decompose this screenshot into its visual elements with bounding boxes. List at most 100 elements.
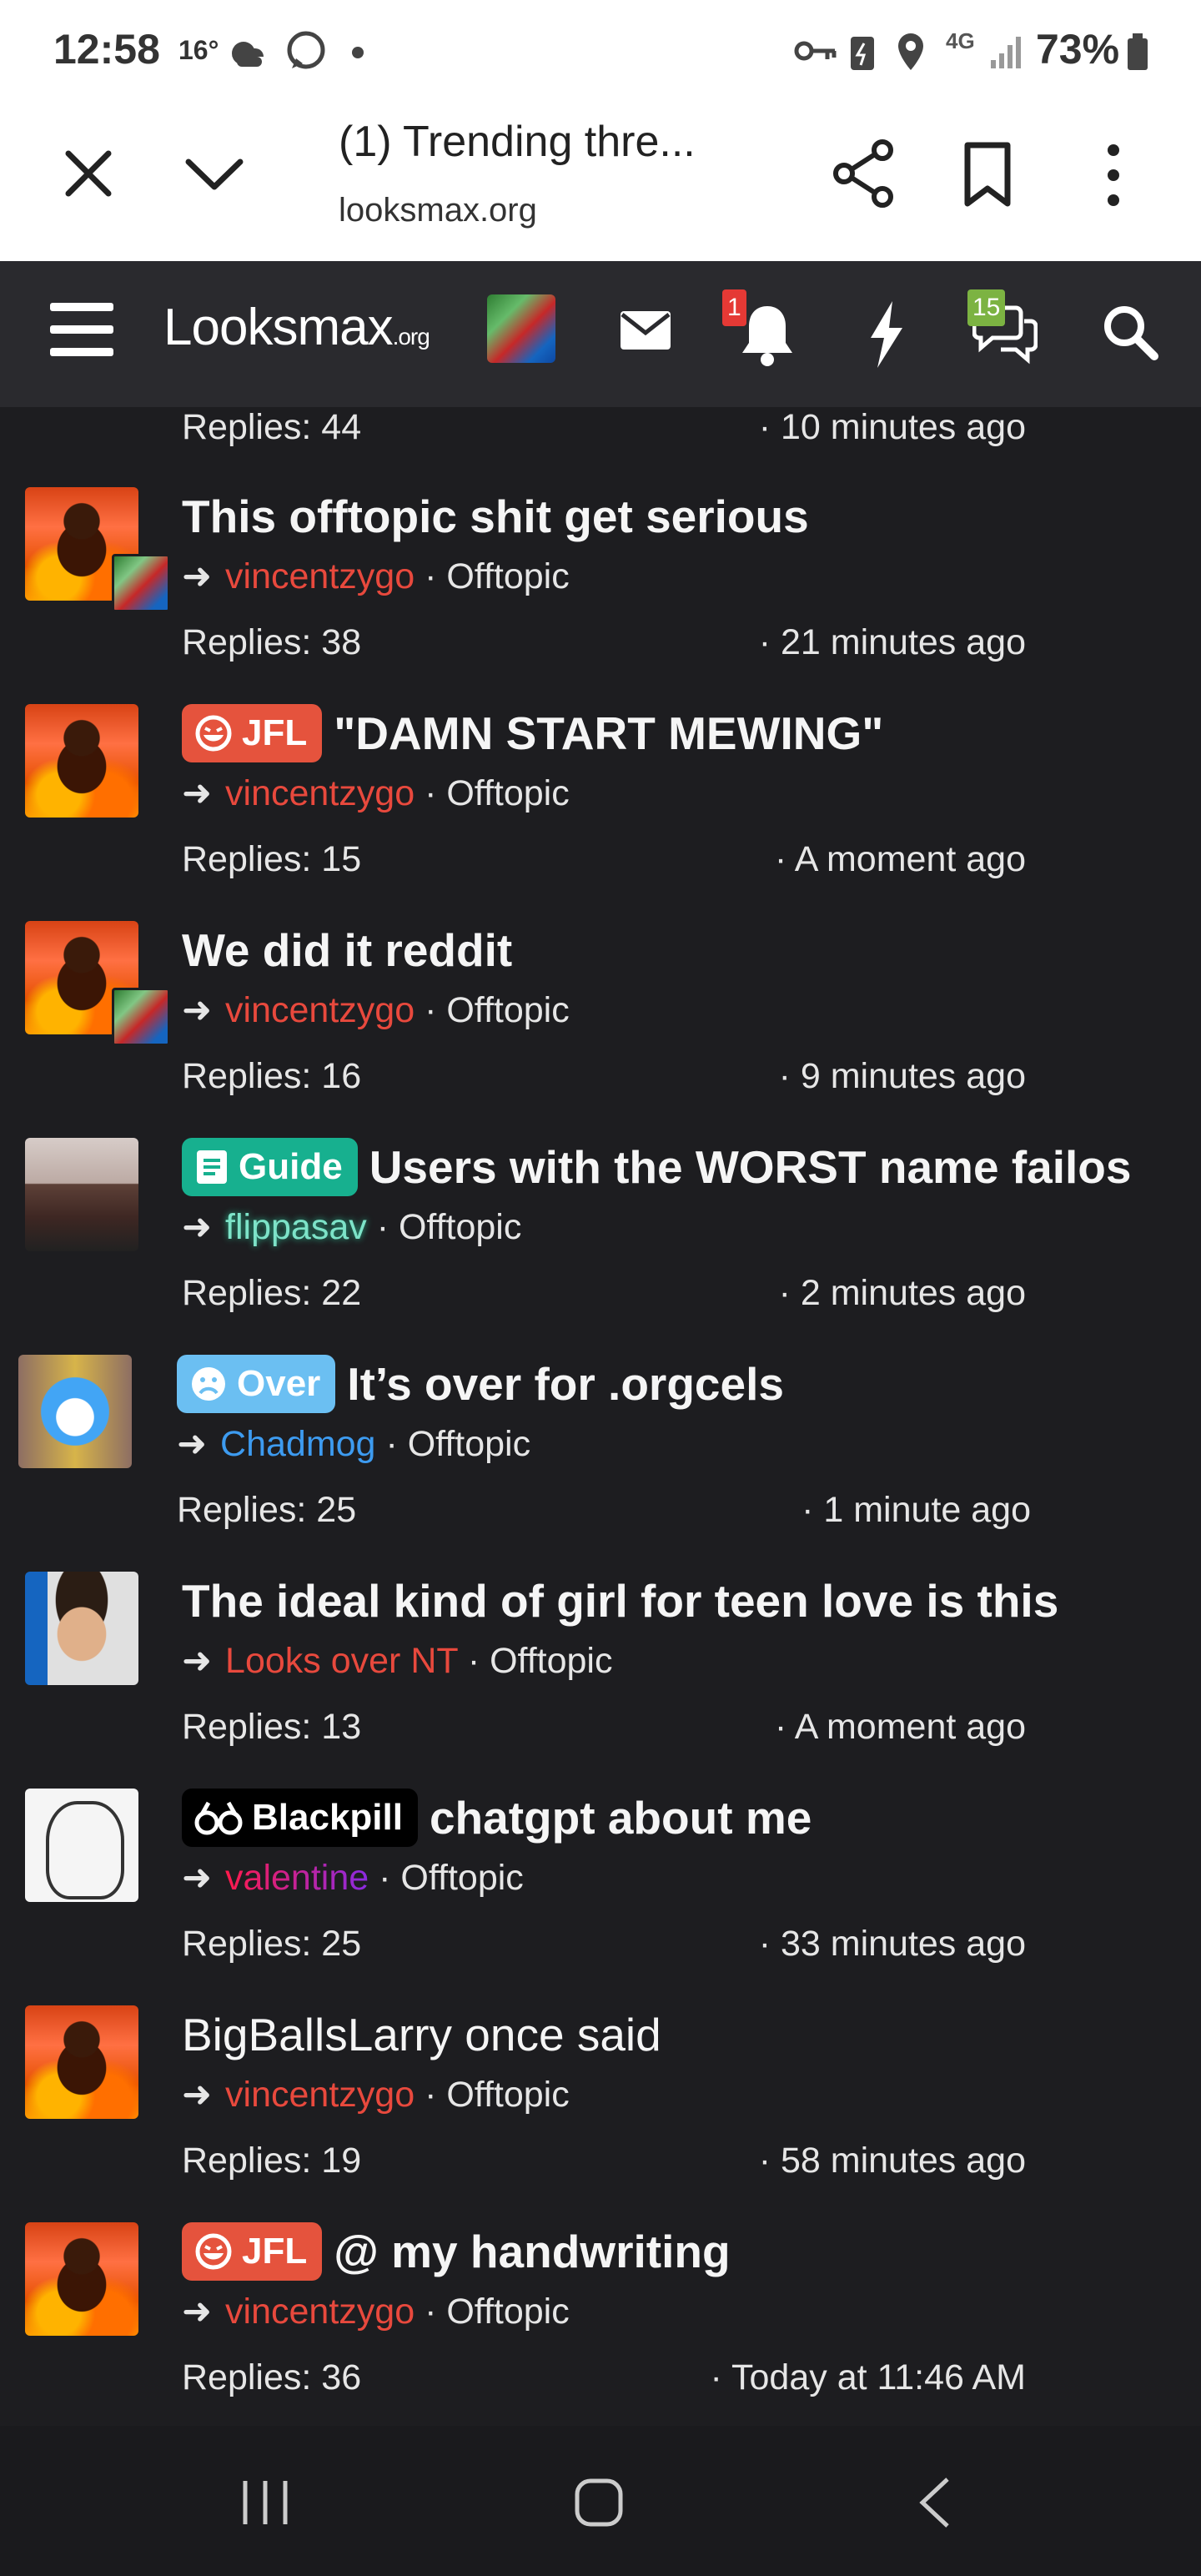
thread-meta: ➜ vincentzygo · Offtopic — [182, 2291, 570, 2332]
thread-forum[interactable]: · Offtopic — [425, 556, 570, 596]
arrow-right-icon: ➜ — [182, 1207, 213, 1247]
back-icon[interactable] — [914, 2476, 954, 2529]
thread-author[interactable]: valentine — [225, 1858, 369, 1898]
thread-title-container[interactable]: Over It’s over for .orgcels — [177, 1355, 784, 1413]
thread-forum[interactable]: · Offtopic — [468, 1641, 613, 1681]
thread-time[interactable]: · 9 minutes ago — [779, 1056, 1026, 1097]
status-bar: 12:58 16° 4G 73% — [0, 0, 1201, 100]
thread-row[interactable]: BigBallsLarry once said ➜ vincentzygo · O… — [0, 2005, 1201, 2222]
author-avatar[interactable] — [25, 1789, 138, 1902]
thread-replies: Replies: 44 — [182, 407, 362, 447]
thread-forum[interactable]: · Offtopic — [377, 1207, 522, 1247]
thread-row[interactable]: JFL "DAMN START MEWING" ➜ vincentzygo · O… — [0, 704, 1201, 921]
thread-author[interactable]: vincentzygo — [225, 773, 415, 813]
last-poster-avatar[interactable] — [112, 988, 170, 1046]
thread-row[interactable]: Blackpill chatgpt about me ➜ valentine · … — [0, 1789, 1201, 2005]
chevron-down-icon[interactable] — [183, 153, 245, 195]
thread-forum[interactable]: · Offtopic — [425, 773, 570, 813]
user-avatar[interactable] — [487, 294, 555, 363]
thread-author[interactable]: vincentzygo — [225, 990, 415, 1030]
thread-forum[interactable]: · Offtopic — [425, 990, 570, 1030]
thread-row[interactable]: Over It’s over for .orgcels ➜ Chadmog · O… — [0, 1355, 1201, 1572]
thread-prefix[interactable]: JFL — [182, 704, 323, 762]
last-poster-avatar[interactable] — [112, 554, 170, 612]
thread-prefix[interactable]: Over — [177, 1355, 336, 1413]
thread-forum[interactable]: · Offtopic — [385, 1424, 530, 1464]
thread-time[interactable]: · Today at 11:46 AM — [711, 2357, 1026, 2398]
thread-title[interactable]: "DAMN START MEWING" — [334, 707, 883, 760]
author-avatar[interactable] — [25, 1138, 138, 1251]
author-avatar[interactable] — [25, 2222, 138, 2336]
thread-title[interactable]: BigBallsLarry once said — [182, 2005, 661, 2064]
thread-prefix[interactable]: Blackpill — [182, 1789, 418, 1847]
thread-replies: Replies: 16 — [182, 1056, 362, 1096]
thread-row[interactable]: Guide Users with the WORST name failos ➜… — [0, 1138, 1201, 1355]
thread-time[interactable]: · A moment ago — [775, 1707, 1026, 1748]
thread-title[interactable]: It’s over for .orgcels — [347, 1357, 784, 1411]
thread-time[interactable]: · 21 minutes ago — [759, 622, 1026, 663]
thread-time[interactable]: · 58 minutes ago — [759, 2141, 1026, 2181]
bell-icon[interactable] — [739, 303, 796, 366]
url-text[interactable]: looksmax.org — [339, 192, 537, 229]
weather-icon — [232, 42, 264, 67]
prefix-label: Over — [237, 1363, 321, 1404]
thread-author[interactable]: vincentzygo — [225, 556, 415, 596]
author-avatar[interactable] — [25, 1572, 138, 1685]
bookmark-icon[interactable] — [962, 142, 1013, 209]
thread-title-container[interactable]: Blackpill chatgpt about me — [182, 1789, 812, 1847]
thread-prefix[interactable]: JFL — [182, 2222, 323, 2281]
thread-time[interactable]: · 2 minutes ago — [779, 1273, 1026, 1314]
author-avatar[interactable] — [18, 1355, 132, 1468]
thread-meta: ➜ valentine · Offtopic — [182, 1857, 524, 1899]
notifications-badge: 1 — [722, 289, 746, 326]
arrow-right-icon: ➜ — [177, 1424, 208, 1464]
thread-title[interactable]: @ my handwriting — [334, 2225, 730, 2278]
thread-title[interactable]: chatgpt about me — [430, 1791, 812, 1844]
thread-title-container[interactable]: JFL @ my handwriting — [182, 2222, 731, 2281]
thread-row[interactable]: JFL @ my handwriting ➜ vincentzygo · Offt… — [0, 2222, 1201, 2426]
status-temperature: 16° — [178, 35, 219, 65]
thread-time[interactable]: · 33 minutes ago — [759, 1924, 1026, 1965]
arrow-right-icon: ➜ — [182, 1858, 213, 1898]
thread-title[interactable]: The ideal kind of girl for teen love is … — [182, 1572, 1058, 1630]
thread-row[interactable]: The ideal kind of girl for teen love is … — [0, 1572, 1201, 1789]
more-options-icon[interactable] — [1101, 142, 1126, 209]
thread-time[interactable]: · A moment ago — [775, 839, 1026, 880]
search-icon[interactable] — [1101, 303, 1159, 361]
tab-title: (1) Trending thre... — [339, 118, 696, 166]
thread-author[interactable]: Chadmog — [220, 1424, 375, 1464]
thread-row[interactable]: Replies: 44 · 10 minutes ago — [0, 407, 1201, 489]
signal-icon — [991, 37, 1021, 68]
thread-title[interactable]: We did it reddit — [182, 921, 512, 979]
share-icon[interactable] — [831, 138, 897, 209]
thread-author[interactable]: vincentzygo — [225, 2075, 415, 2115]
site-logo[interactable]: Looksmax.org — [163, 298, 430, 357]
thread-author[interactable]: flippasav — [225, 1207, 367, 1247]
thread-time[interactable]: · 1 minute ago — [802, 1490, 1031, 1531]
lightning-icon[interactable] — [867, 301, 906, 368]
home-icon[interactable] — [572, 2476, 626, 2529]
thread-prefix[interactable]: Guide — [182, 1138, 358, 1196]
thread-title[interactable]: This offtopic shit get serious — [182, 487, 809, 546]
author-avatar[interactable] — [25, 2005, 138, 2119]
thread-title[interactable]: Users with the WORST name failos — [369, 1140, 1132, 1194]
thread-title-container[interactable]: Guide Users with the WORST name failos — [182, 1138, 1131, 1196]
thread-forum[interactable]: · Offtopic — [425, 2075, 570, 2115]
thread-forum[interactable]: · Offtopic — [425, 2292, 570, 2332]
thread-replies: Replies: 25 — [177, 1490, 357, 1530]
close-icon[interactable] — [60, 145, 117, 202]
thread-forum[interactable]: · Offtopic — [379, 1858, 524, 1898]
recent-apps-icon[interactable] — [239, 2476, 292, 2529]
sad-face-icon — [192, 1367, 225, 1401]
thread-row[interactable]: We did it reddit ➜ vincentzygo · Offtopic… — [0, 921, 1201, 1138]
thread-author[interactable]: Looks over NT — [225, 1641, 458, 1681]
thread-meta: ➜ vincentzygo · Offtopic — [182, 989, 570, 1031]
status-time: 12:58 — [53, 26, 160, 73]
thread-author[interactable]: vincentzygo — [225, 2292, 415, 2332]
thread-row[interactable]: This offtopic shit get serious ➜ vincentz… — [0, 487, 1201, 704]
mail-icon[interactable] — [621, 311, 671, 350]
author-avatar[interactable] — [25, 704, 138, 818]
thread-replies: Replies: 15 — [182, 839, 362, 879]
menu-icon[interactable] — [50, 301, 113, 358]
thread-title-container[interactable]: JFL "DAMN START MEWING" — [182, 704, 883, 762]
